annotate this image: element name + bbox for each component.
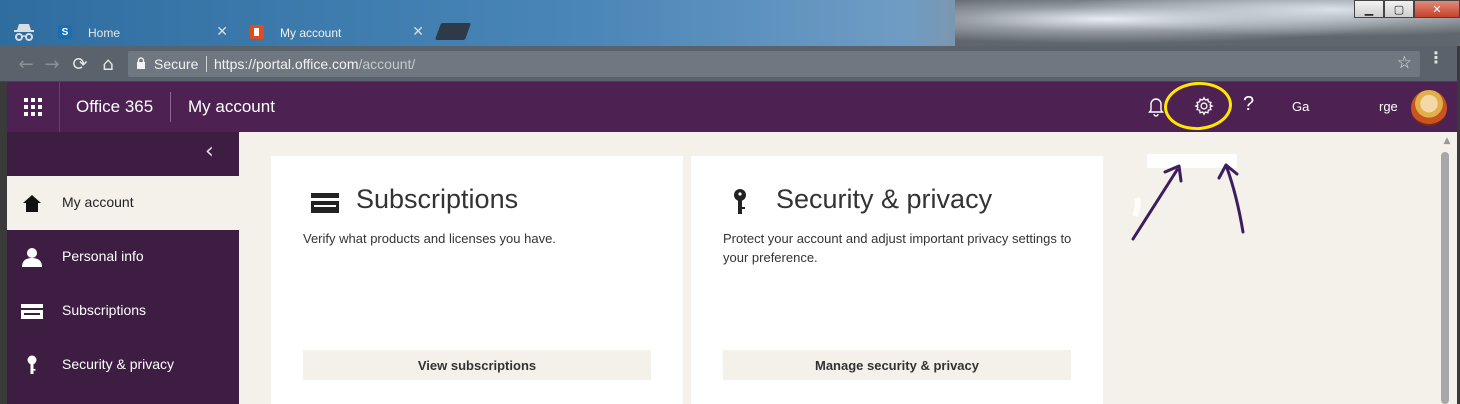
help-icon[interactable]: ? (1243, 93, 1254, 116)
close-window-button[interactable]: ✕ (1414, 0, 1460, 18)
scroll-up-icon[interactable]: ▲ (1442, 136, 1452, 146)
vertical-scrollbar[interactable]: ▲ (1437, 132, 1457, 404)
header-divider (59, 82, 60, 132)
card-description: Verify what products and licenses you ha… (303, 231, 556, 246)
secure-label: Secure (154, 56, 199, 72)
card-icon (21, 304, 43, 319)
maximize-button[interactable]: ▢ (1384, 0, 1414, 18)
tab-home[interactable]: S Home ✕ (48, 17, 238, 48)
tab-my-account[interactable]: My account ✕ (240, 17, 434, 48)
address-bar[interactable]: Secure https://portal.office.com/account… (128, 51, 1420, 77)
collapse-nav-icon[interactable]: ‹ (205, 141, 225, 164)
close-tab-icon[interactable]: ✕ (216, 24, 228, 40)
subscriptions-card: Subscriptions Verify what products and l… (271, 156, 683, 404)
close-tab-icon[interactable]: ✕ (412, 24, 424, 40)
lock-icon (137, 57, 145, 69)
sidebar-item-label: Subscriptions (62, 302, 147, 318)
url-base: https://portal.office.com (214, 56, 359, 72)
reload-button[interactable]: ⟳ (68, 52, 92, 76)
card-title: Subscriptions (356, 184, 519, 214)
sidebar-item-personal-info[interactable]: Personal info (7, 230, 239, 284)
main-content: Subscriptions Verify what products and l… (239, 132, 1437, 404)
app-title[interactable]: My account (188, 97, 275, 117)
arrow-annotations (1131, 154, 1245, 241)
new-tab-button[interactable] (434, 23, 472, 40)
minimize-button[interactable]: ▁ (1354, 0, 1384, 18)
highlight-circle-annotation (1162, 79, 1234, 133)
bookmark-star-icon[interactable]: ☆ (1397, 53, 1412, 73)
sharepoint-icon: S (58, 25, 72, 39)
person-icon (22, 248, 42, 267)
office-icon (250, 25, 264, 39)
card-description: Protect your account and adjust importan… (723, 231, 1072, 265)
manage-security-privacy-button[interactable]: Manage security & privacy (723, 350, 1071, 380)
sidebar-item-subscriptions[interactable]: Subscriptions (7, 284, 239, 338)
back-button[interactable]: ← (14, 52, 38, 76)
address-divider (206, 56, 207, 72)
key-icon (734, 189, 746, 214)
header-divider (170, 92, 171, 122)
incognito-icon (14, 24, 34, 41)
browser-toolbar: ← → ⟳ ⌂ Secure https://portal.office.com… (0, 46, 1460, 82)
security-privacy-card: Security & privacy Protect your account … (691, 156, 1103, 404)
notifications-bell-icon[interactable] (1147, 95, 1165, 117)
card-title: Security & privacy (776, 184, 993, 214)
window-controls: ▁ ▢ ✕ (1354, 0, 1460, 18)
user-name-first[interactable]: Ga (1292, 99, 1309, 114)
tab-strip: S Home ✕ My account ✕ (0, 14, 1000, 46)
key-icon (27, 355, 37, 374)
user-avatar[interactable] (1411, 90, 1447, 126)
sidebar-item-label: Personal info (62, 248, 144, 264)
left-navigation: ‹ My account Personal info Subscriptions… (7, 132, 239, 404)
sidebar-item-label: Security & privacy (62, 356, 175, 372)
home-button[interactable]: ⌂ (96, 52, 120, 76)
url-path: /account/ (358, 56, 416, 72)
sidebar-item-label: My account (62, 194, 134, 210)
tab-title: My account (280, 25, 342, 40)
sidebar-item-security-privacy[interactable]: Security & privacy (7, 338, 239, 392)
scroll-thumb[interactable] (1441, 152, 1449, 404)
sidebar-item-my-account[interactable]: My account (7, 176, 239, 230)
user-name-last[interactable]: rge (1379, 99, 1398, 114)
card-icon (311, 193, 339, 213)
url-text[interactable]: https://portal.office.com/account/ (214, 56, 415, 72)
suite-header: Office 365 My account ? Ga rge (7, 79, 1457, 133)
tab-title: Home (88, 25, 121, 40)
view-subscriptions-button[interactable]: View subscriptions (303, 350, 651, 380)
app-launcher-icon[interactable] (7, 82, 59, 132)
browser-menu-icon[interactable]: ⋮ (1428, 50, 1444, 76)
brand-link[interactable]: Office 365 (76, 97, 153, 117)
home-icon (23, 195, 41, 212)
forward-button[interactable]: → (40, 52, 64, 76)
